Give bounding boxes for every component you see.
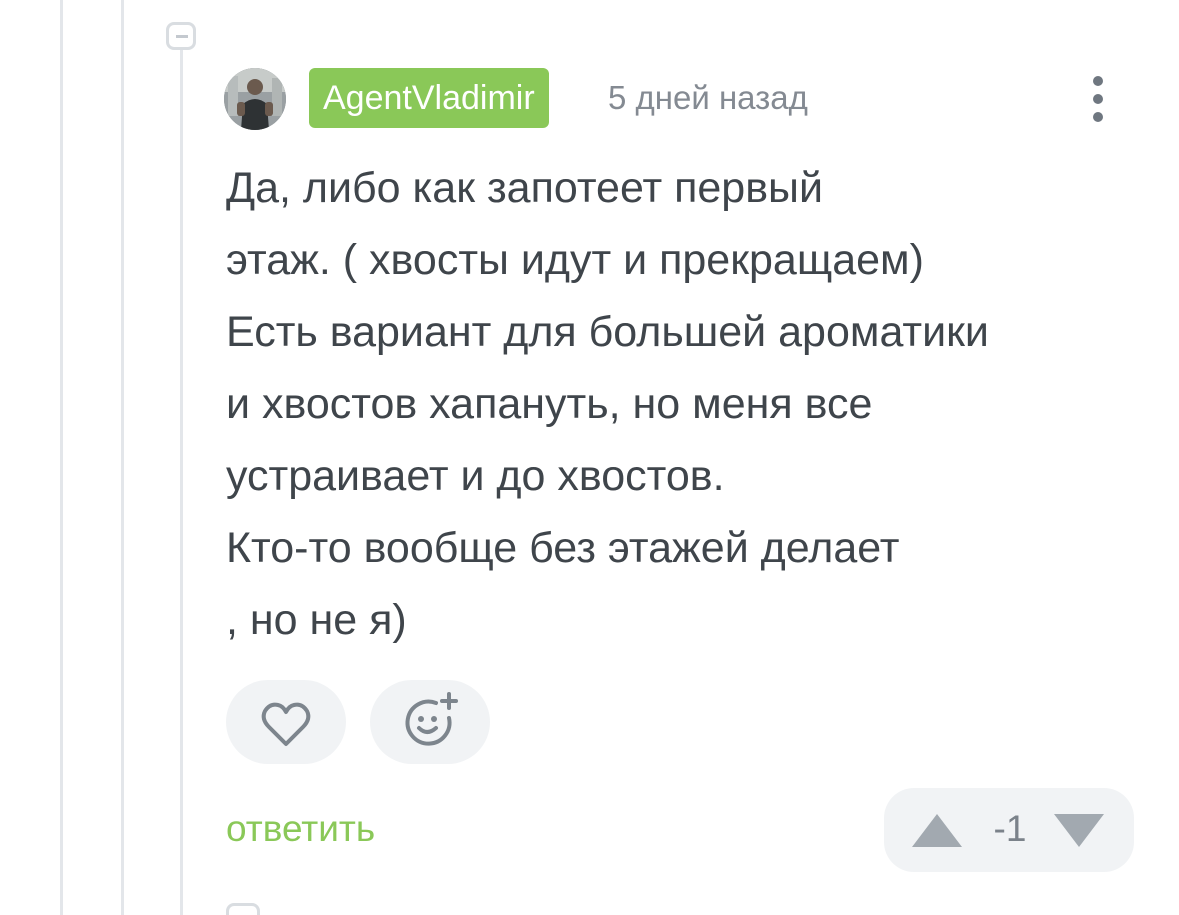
minus-icon [176, 35, 188, 38]
more-vertical-icon [1093, 76, 1103, 86]
comment-line: Да, либо как запотеет первый [226, 164, 823, 212]
more-options-button[interactable] [1083, 74, 1113, 124]
avatar[interactable] [224, 68, 286, 130]
comment-rating: -1 [993, 808, 1027, 849]
author-username[interactable]: AgentVladimir [309, 68, 549, 128]
rating-widget: -1 [884, 788, 1134, 872]
triangle-up-icon [912, 814, 962, 847]
comment-line: устраивает и до хвостов. [226, 452, 725, 500]
more-vertical-icon [1093, 94, 1103, 104]
collapse-thread-button[interactable] [166, 22, 196, 50]
comment-line: Кто-то вообще без этажей делает [226, 524, 900, 572]
comment-line: , но не я) [226, 596, 407, 644]
thread-line [60, 0, 63, 915]
triangle-down-icon [1054, 814, 1104, 847]
thread-line[interactable] [180, 48, 183, 915]
comment-thread: AgentVladimir 5 дней назад Да, либо как … [0, 0, 1179, 915]
avatar-photo [224, 68, 286, 130]
comment-timestamp: 5 дней назад [608, 79, 808, 116]
reply-link[interactable]: ответить [226, 806, 375, 852]
more-vertical-icon [1093, 112, 1103, 122]
comment-line: Есть вариант для большей ароматики [226, 308, 989, 356]
like-button[interactable] [226, 680, 346, 764]
upvote-button[interactable] [910, 810, 964, 850]
comment-line: этаж. ( хвосты идут и прекращаем) [226, 236, 924, 284]
downvote-button[interactable] [1052, 810, 1106, 850]
comment-text: Да, либо как запотеет первый этаж. ( хво… [226, 152, 1126, 656]
add-reaction-button[interactable] [370, 680, 490, 764]
add-emoji-icon [405, 692, 458, 746]
heart-icon [261, 702, 311, 746]
next-thread-toggle[interactable] [226, 903, 260, 915]
thread-line [121, 0, 124, 915]
comment-line: и хвостов хапануть, но меня все [226, 380, 873, 428]
